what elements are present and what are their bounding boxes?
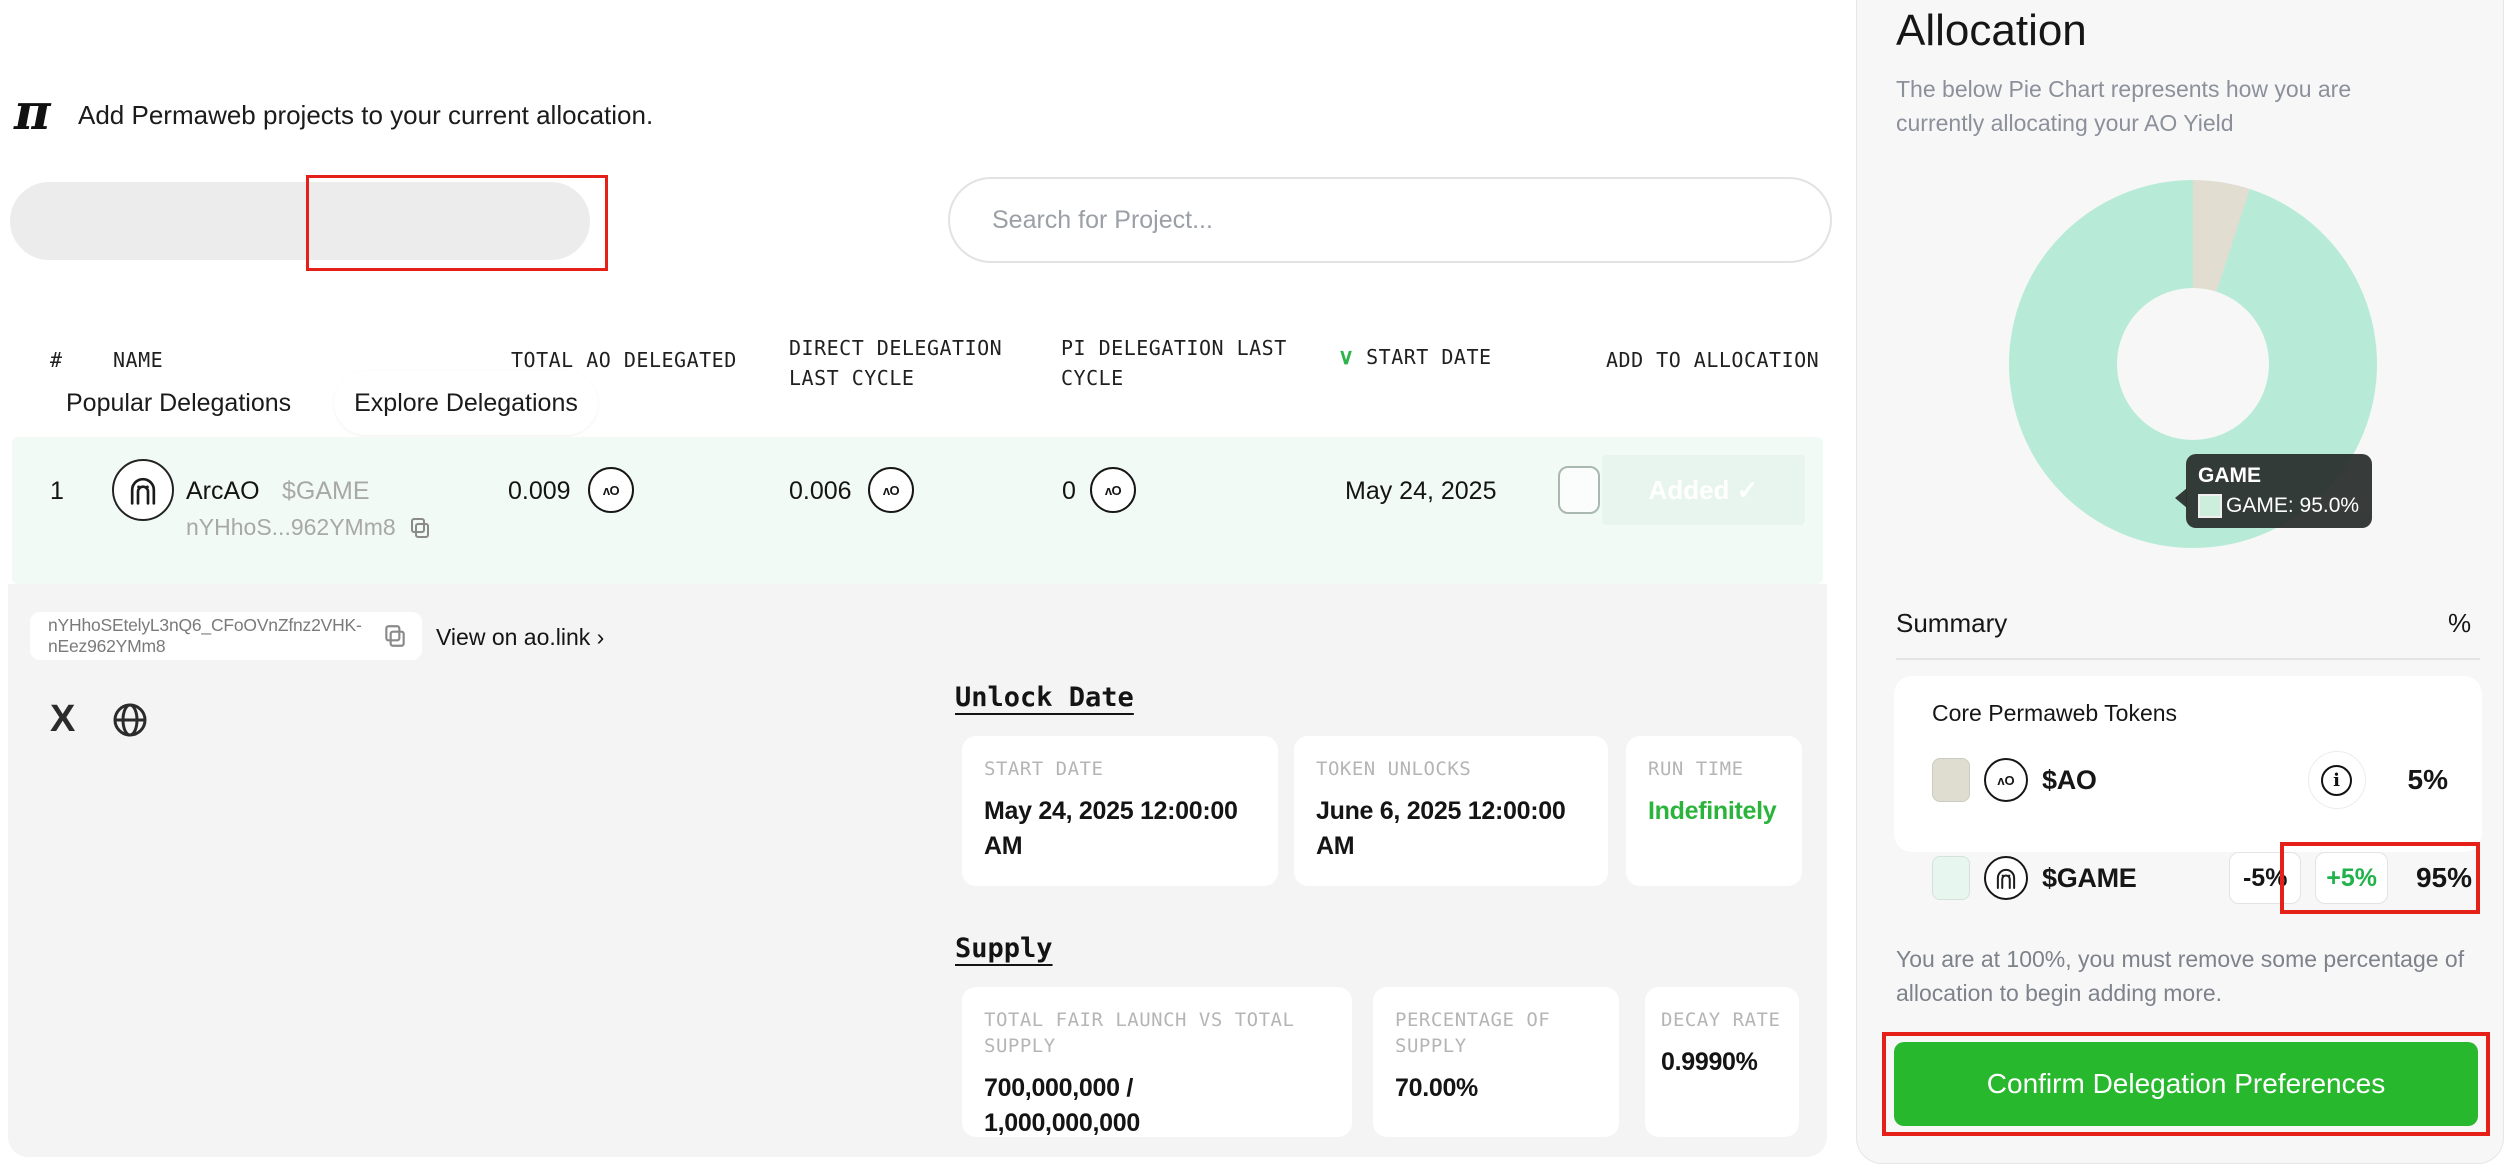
card-value: Indefinitely: [1648, 794, 1780, 829]
project-ticker: $GAME: [282, 477, 370, 506]
project-address-short: nYHhoS...962YMm8: [186, 514, 396, 541]
start-date-value: May 24, 2025: [1345, 477, 1497, 506]
tooltip-game-swatch: [2198, 494, 2222, 518]
col-header-start-date: START DATE: [1366, 345, 1491, 369]
added-status-badge: Added ✓: [1602, 455, 1805, 525]
ao-color-swatch: [1932, 758, 1970, 802]
allocation-subtitle: The below Pie Chart represents how you a…: [1896, 72, 2441, 140]
token-row-game: $GAME -5% +5% 95%: [1932, 850, 2472, 906]
delegation-page: π Add Permaweb projects to your current …: [0, 0, 2512, 1170]
game-color-swatch: [1932, 856, 1970, 900]
page-title: Add Permaweb projects to your current al…: [78, 100, 653, 131]
allocation-title: Allocation: [1896, 6, 2087, 56]
col-header-add-to-allocation: ADD TO ALLOCATION: [1606, 348, 1819, 372]
allocation-warning-text: You are at 100%, you must remove some pe…: [1896, 942, 2468, 1010]
table-row-arcao[interactable]: [12, 437, 1823, 584]
total-ao-delegated-value: 0.009: [508, 477, 571, 506]
game-token-name: $GAME: [2042, 863, 2137, 894]
percentage-of-supply-card: PERCENTAGE OF SUPPLY 70.00%: [1373, 987, 1619, 1137]
core-tokens-title: Core Permaweb Tokens: [1932, 700, 2177, 727]
add-to-allocation-checkbox[interactable]: [1558, 466, 1600, 514]
card-value: May 24, 2025 12:00:00 AM: [984, 794, 1256, 864]
search-input[interactable]: [948, 177, 1832, 263]
card-label: RUN TIME: [1648, 756, 1780, 782]
fair-launch-card: TOTAL FAIR LAUNCH VS TOTAL SUPPLY 700,00…: [962, 987, 1352, 1137]
ao-token-icon: ʌO: [1090, 467, 1136, 513]
supply-heading: Supply: [955, 933, 1053, 964]
col-header-num: #: [50, 348, 63, 372]
percent-column-heading: %: [2448, 608, 2471, 639]
card-value: June 6, 2025 12:00:00 AM: [1316, 794, 1586, 864]
direct-delegation-value: 0.006: [789, 477, 852, 506]
card-label: START DATE: [984, 756, 1256, 782]
arcao-arch-icon: [123, 470, 163, 510]
summary-divider: [1896, 658, 2480, 660]
decrease-5-button[interactable]: -5%: [2229, 852, 2301, 904]
delegation-tabs: Popular Delegations Explore Delegations: [10, 182, 590, 260]
tooltip-arrow: [2175, 488, 2187, 508]
card-label: TOTAL FAIR LAUNCH VS TOTAL SUPPLY: [984, 1007, 1330, 1059]
pi-delegation-value: 0: [1062, 477, 1076, 506]
col-header-start-date-sort[interactable]: ∨ START DATE: [1338, 344, 1492, 370]
ao-percent: 5%: [2408, 764, 2448, 796]
game-percent: 95%: [2416, 862, 2472, 894]
token-unlocks-card: TOKEN UNLOCKS June 6, 2025 12:00:00 AM: [1294, 736, 1608, 886]
card-label: PERCENTAGE OF SUPPLY: [1395, 1007, 1565, 1059]
col-header-total-ao: TOTAL AO DELEGATED: [511, 348, 737, 372]
full-address-pill: nYHhoSEtelyL3nQ6_CFoOVnZfnz2VHK-nEez962Y…: [30, 612, 422, 660]
summary-heading: Summary: [1896, 608, 2007, 639]
ao-token-icon: ʌO: [868, 467, 914, 513]
increase-5-button[interactable]: +5%: [2315, 852, 2388, 904]
copy-address-icon[interactable]: [408, 516, 432, 540]
col-header-pi-delegation: PI DELEGATION LAST CYCLE: [1061, 333, 1289, 393]
card-value: 70.00%: [1395, 1071, 1597, 1106]
info-icon: i: [2321, 765, 2352, 796]
full-address: nYHhoSEtelyL3nQ6_CFoOVnZfnz2VHK-nEez962Y…: [48, 615, 382, 657]
permaweb-pi-logo-icon: π: [14, 82, 51, 141]
tab-popular-delegations[interactable]: Popular Delegations: [66, 389, 291, 418]
card-label: TOKEN UNLOCKS: [1316, 756, 1586, 782]
x-twitter-icon[interactable]: X: [50, 698, 75, 741]
pie-chart-tooltip: GAME GAME: 95.0%: [2186, 454, 2372, 528]
arcao-token-icon: [1984, 856, 2028, 900]
card-label: DECAY RATE: [1661, 1007, 1783, 1033]
tab-explore-delegations[interactable]: Explore Delegations: [334, 371, 598, 435]
decay-rate-card: DECAY RATE 0.9990%: [1645, 987, 1799, 1137]
tooltip-value: GAME: 95.0%: [2226, 494, 2359, 518]
arcao-logo-avatar: [112, 459, 174, 521]
run-time-card: RUN TIME Indefinitely: [1626, 736, 1802, 886]
copy-full-address-icon[interactable]: [382, 623, 408, 649]
project-address-short-wrap: nYHhoS...962YMm8: [186, 514, 432, 541]
view-on-aolink-link[interactable]: View on ao.link ›: [436, 624, 604, 651]
start-date-card: START DATE May 24, 2025 12:00:00 AM: [962, 736, 1278, 886]
card-value: 700,000,000 / 1,000,000,000: [984, 1071, 1224, 1141]
ao-token-name: $AO: [2042, 765, 2097, 796]
website-globe-icon[interactable]: [110, 700, 150, 740]
project-name: ArcAO: [186, 477, 260, 506]
ao-info-button[interactable]: i: [2308, 751, 2366, 809]
tooltip-title: GAME: [2198, 464, 2360, 488]
col-header-direct-delegation: DIRECT DELEGATION LAST CYCLE: [789, 333, 1007, 393]
ao-token-icon: ʌO: [588, 467, 634, 513]
sort-desc-chevron-icon: ∨: [1338, 344, 1354, 370]
tab-explore-label: Explore Delegations: [354, 389, 578, 418]
confirm-delegation-button[interactable]: Confirm Delegation Preferences: [1894, 1042, 2478, 1126]
card-value: 0.9990%: [1661, 1045, 1783, 1080]
token-row-ao: ʌO $AO i 5%: [1932, 752, 2448, 808]
ao-token-icon: ʌO: [1984, 758, 2028, 802]
unlock-date-heading: Unlock Date: [955, 682, 1134, 713]
col-header-name: NAME: [113, 348, 163, 372]
row-index: 1: [50, 477, 64, 506]
